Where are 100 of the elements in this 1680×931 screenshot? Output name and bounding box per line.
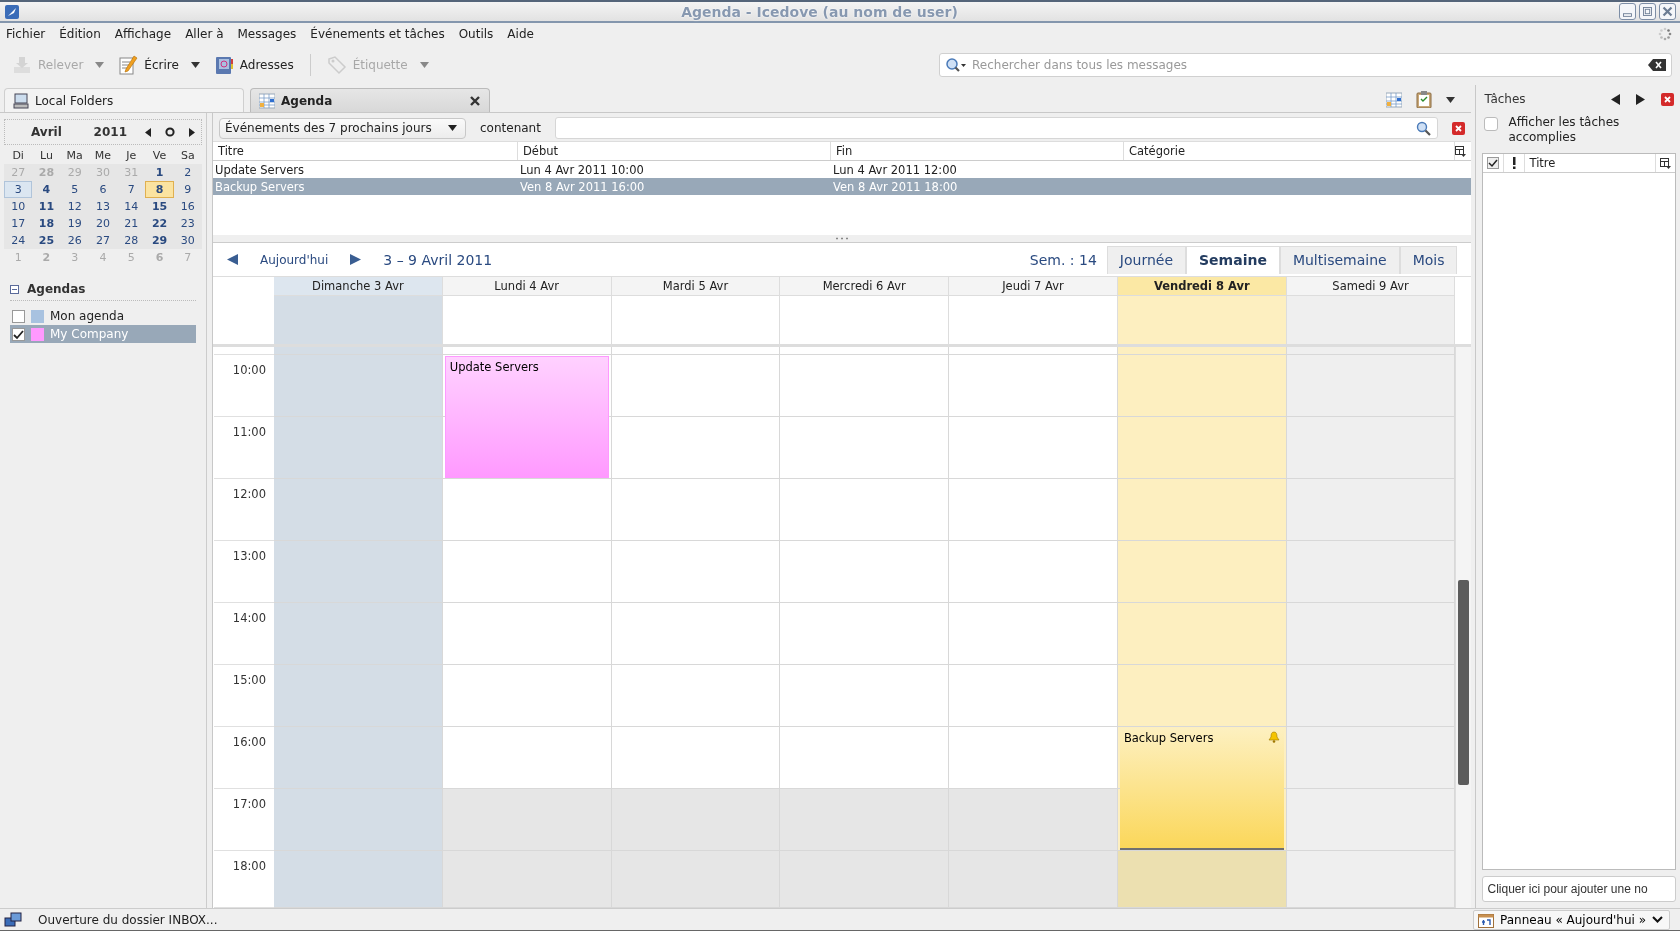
calendar-day[interactable]: 10 (4, 198, 33, 215)
column-header[interactable]: Fin (831, 142, 1124, 160)
maximize-button[interactable] (1639, 3, 1656, 20)
calendar-day[interactable]: 4 (32, 181, 61, 198)
column-header[interactable]: Titre (213, 142, 518, 160)
tab[interactable]: Agenda (250, 88, 490, 112)
checkbox[interactable] (12, 327, 25, 341)
calendar-day[interactable]: 3 (4, 181, 33, 198)
calendar-day[interactable]: 14 (117, 198, 146, 215)
calendar-day[interactable]: 7 (117, 181, 146, 198)
new-task-field[interactable]: Cliquer ici pour ajouter une no (1482, 876, 1676, 902)
close-button[interactable] (1659, 3, 1676, 20)
menu-item[interactable]: Événements et tâches (310, 27, 445, 41)
calendar-day[interactable]: 28 (117, 232, 146, 249)
weekday-label: Je (124, 149, 138, 164)
calendar-day[interactable]: 19 (60, 215, 89, 232)
calendar-day[interactable]: 17 (4, 215, 33, 232)
day-column[interactable] (611, 347, 781, 908)
calendar-day[interactable]: 22 (145, 215, 174, 232)
menu-item[interactable]: Édition (59, 27, 101, 41)
time-slot[interactable] (442, 789, 611, 851)
menu-item[interactable]: Affichage (114, 27, 172, 41)
next-week-button[interactable] (350, 254, 362, 265)
calendar-day[interactable]: 1 (145, 164, 174, 181)
next-button[interactable] (1636, 93, 1645, 105)
dropdown-button[interactable] (1446, 96, 1456, 103)
day-column[interactable] (780, 347, 950, 908)
today-button[interactable] (165, 127, 175, 137)
all-day-slot[interactable] (274, 296, 443, 344)
menu-item[interactable]: Aide (507, 27, 534, 41)
time-slot[interactable] (780, 851, 949, 908)
minimize-button[interactable] (1619, 3, 1636, 20)
collapse-button[interactable] (10, 284, 19, 294)
menu-item[interactable]: Messages (237, 27, 297, 41)
menu-item[interactable]: Aller à (185, 27, 224, 41)
calendar-day[interactable]: 21 (117, 215, 146, 232)
time-slot[interactable] (949, 851, 1117, 908)
clear-button[interactable] (1452, 121, 1466, 135)
view-tab[interactable]: Semaine (1186, 245, 1280, 274)
time-slot[interactable] (611, 851, 780, 908)
event-row[interactable]: Update Servers Lun 4 Avr 2011 10:00 Lun 4 Avr 2011 12:00 (213, 161, 1472, 178)
today-pane-button[interactable]: Panneau « Aujourd'hui » (1473, 909, 1670, 930)
calendar-day[interactable]: 30 (173, 232, 202, 249)
calendar-day[interactable]: 2 (173, 164, 202, 181)
checkbox[interactable] (1484, 117, 1499, 131)
close-button[interactable] (1661, 92, 1674, 106)
time-slot[interactable] (442, 851, 611, 908)
view-tab[interactable]: Multisemaine (1279, 245, 1400, 274)
calendar-day[interactable]: 6 (88, 181, 118, 198)
calendar-day[interactable]: 16 (173, 198, 202, 215)
toolbar-button[interactable]: Adresses (209, 52, 298, 78)
calendar-day[interactable]: 27 (88, 232, 118, 249)
previous-button[interactable] (1611, 93, 1620, 105)
calendar-day[interactable]: 5 (60, 181, 89, 198)
column-header[interactable]: Début (518, 142, 831, 160)
search-field[interactable]: Rechercher dans tous les messages (939, 53, 1672, 77)
filter-dropdown[interactable]: Événements des 7 prochains jours (219, 117, 466, 139)
all-day-slot[interactable] (1286, 296, 1456, 344)
day-column[interactable]: Update Servers (442, 347, 612, 908)
time-slot[interactable] (611, 789, 780, 851)
all-day-slot[interactable] (1117, 296, 1287, 344)
event-block[interactable]: Backup Servers (1119, 728, 1284, 850)
checkbox[interactable] (12, 309, 25, 323)
search-field[interactable] (554, 117, 1439, 139)
left-triangle-icon (145, 127, 151, 137)
calendar-day[interactable]: 9 (173, 181, 202, 198)
time-slot[interactable] (780, 789, 949, 851)
day-column[interactable] (949, 347, 1118, 908)
next-month-button[interactable] (189, 127, 195, 137)
previous-week-button[interactable] (227, 254, 238, 265)
calendar-day[interactable]: 26 (60, 232, 89, 249)
calendar-day[interactable]: 23 (173, 215, 202, 232)
calendar-day[interactable]: 11 (32, 198, 61, 215)
scrollbar[interactable] (1455, 347, 1472, 908)
calendar-day[interactable]: 25 (32, 232, 61, 249)
column-header[interactable]: Titre (1525, 154, 1656, 172)
day-column[interactable] (274, 347, 443, 908)
calendar-view-button[interactable] (1386, 91, 1403, 108)
calendar-day[interactable]: 29 (145, 232, 174, 249)
today-button[interactable]: Aujourd'hui (260, 252, 329, 267)
calendar-day[interactable]: 20 (88, 215, 118, 232)
view-tab[interactable]: Mois (1399, 245, 1458, 274)
tasks-view-button[interactable] (1416, 91, 1433, 108)
view-tab[interactable]: Journée (1106, 245, 1187, 274)
calendar-day[interactable]: 12 (60, 198, 89, 215)
previous-month-button[interactable] (145, 127, 151, 137)
toolbar-button[interactable]: Écrire (114, 52, 183, 78)
calendar-day[interactable]: 18 (32, 215, 61, 232)
calendar-day[interactable]: 8 (145, 181, 174, 198)
day-column[interactable]: Backup Servers (1117, 347, 1287, 908)
tab[interactable]: Local Folders (4, 88, 244, 112)
time-slot[interactable] (1117, 851, 1286, 908)
menu-item[interactable]: Outils (458, 27, 494, 41)
calendar-day[interactable]: 13 (88, 198, 118, 215)
event-block[interactable]: Update Servers (444, 356, 609, 478)
menu-item[interactable]: Fichier (6, 27, 46, 41)
calendar-day[interactable]: 15 (145, 198, 174, 215)
calendar-list-item[interactable]: Mon agenda (10, 307, 196, 325)
calendar-day[interactable]: 24 (4, 232, 33, 249)
time-slot[interactable] (949, 789, 1117, 851)
